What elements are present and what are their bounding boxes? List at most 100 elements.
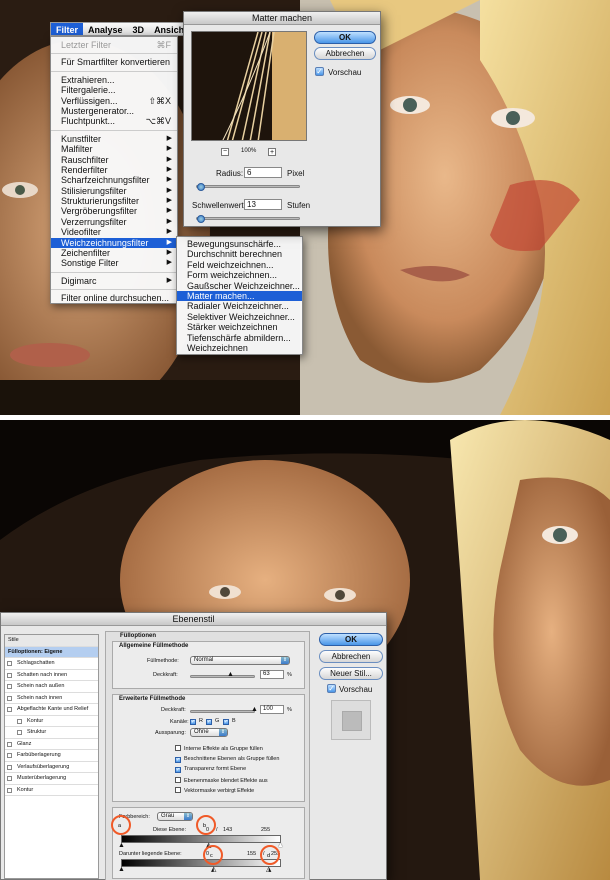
fill-opacity-slider-track[interactable] xyxy=(190,710,255,713)
blur-submenu-item[interactable]: Gaußscher Weichzeichner... xyxy=(177,281,302,291)
style-checkbox[interactable] xyxy=(17,718,22,724)
filter-menu-item[interactable]: Verflüssigen... ⇧⌘X xyxy=(51,96,177,106)
style-checkbox[interactable] xyxy=(7,661,12,666)
filter-menu-item[interactable]: Scharfzeichnungsfilter ▶ xyxy=(51,175,177,185)
this-layer-black-slider[interactable]: ▲ xyxy=(118,842,125,849)
advanced-option-checkbox[interactable]: Interne Effekte als Gruppe füllen xyxy=(175,745,263,752)
style-checkbox[interactable] xyxy=(7,684,12,689)
channel-r-checkbox[interactable]: ✓ R xyxy=(190,718,203,725)
style-list-item[interactable]: Kontur xyxy=(5,784,98,796)
filter-menu-item[interactable]: Für Smartfilter konvertieren xyxy=(51,57,177,67)
channel-b-checkbox[interactable]: ✓ B xyxy=(223,718,236,725)
menu-analyse[interactable]: Analyse xyxy=(83,23,128,35)
threshold-slider-track[interactable] xyxy=(196,217,300,220)
ok-button[interactable]: OK xyxy=(319,633,383,646)
blend-mode-select[interactable]: Normal ⇕ xyxy=(190,656,290,665)
fill-opacity-input[interactable]: 100 xyxy=(260,705,284,714)
filter-menu-item[interactable]: Verzerrungsfilter ▶ xyxy=(51,217,177,227)
this-layer-gradient[interactable] xyxy=(121,835,281,843)
style-checkbox[interactable] xyxy=(7,672,12,678)
style-checkbox[interactable] xyxy=(7,695,12,701)
blur-submenu-item[interactable]: Matter machen... xyxy=(177,290,302,302)
filter-menu-item[interactable]: Extrahieren... xyxy=(51,75,177,85)
filter-menu-item[interactable]: Weichzeichnungsfilter ▶ xyxy=(51,237,177,249)
style-list-item[interactable]: Stile xyxy=(5,635,98,647)
ok-button[interactable]: OK xyxy=(314,31,376,44)
style-list-item[interactable]: Abgeflachte Kante und Relief xyxy=(5,704,98,716)
channel-g-checkbox[interactable]: ✓ G xyxy=(206,718,219,725)
filter-menu-item[interactable]: Kunstfilter ▶ xyxy=(51,134,177,144)
fill-opacity-slider-thumb[interactable]: ▲ xyxy=(251,706,258,713)
blur-submenu-item[interactable]: Selektiver Weichzeichner... xyxy=(177,312,302,322)
blur-submenu-item[interactable]: Durchschnitt berechnen xyxy=(177,249,302,259)
style-list-item[interactable]: Glanz xyxy=(5,738,98,750)
zoom-out-button[interactable]: − xyxy=(221,148,229,156)
new-style-button[interactable]: Neuer Stil... xyxy=(319,667,383,680)
style-checkbox[interactable] xyxy=(7,753,12,758)
blur-submenu-item[interactable]: Feld weichzeichnen... xyxy=(177,260,302,270)
radius-input[interactable]: 6 xyxy=(244,167,282,178)
style-list-item[interactable]: Schein nach innen xyxy=(5,692,98,704)
filter-menu-item[interactable]: Fluchtpunkt... ⌥⌘V xyxy=(51,116,177,126)
blend-if-select[interactable]: Grau ⇕ xyxy=(157,812,193,821)
style-checkbox[interactable] xyxy=(7,707,12,712)
filter-menu-item[interactable]: Malfilter ▶ xyxy=(51,144,177,154)
blur-submenu-item[interactable]: Weichzeichnen xyxy=(177,343,302,353)
radius-slider-track[interactable] xyxy=(196,185,300,188)
opacity-slider-thumb[interactable]: ▲ xyxy=(227,671,234,678)
filter-menu-item[interactable]: Filtergalerie... xyxy=(51,85,177,95)
style-checkbox[interactable] xyxy=(7,776,12,781)
filter-menu-item[interactable]: Filter online durchsuchen... xyxy=(51,293,177,303)
blur-submenu-item[interactable]: Form weichzeichnen... xyxy=(177,270,302,280)
preview-checkbox[interactable]: ✓ xyxy=(327,684,336,693)
opacity-input[interactable]: 63 xyxy=(260,670,284,679)
filter-menu-item[interactable]: Vergröberungsfilter ▶ xyxy=(51,206,177,216)
style-list-item[interactable]: Farbüberlagerung xyxy=(5,750,98,762)
filter-menu-item[interactable]: Sonstige Filter ▶ xyxy=(51,258,177,268)
threshold-input[interactable]: 13 xyxy=(244,199,282,210)
menu-filter[interactable]: Filter xyxy=(51,23,84,35)
style-list-item[interactable]: Kontur xyxy=(5,715,98,727)
blur-submenu-item[interactable]: Bewegungsunschärfe... xyxy=(177,239,302,249)
style-checkbox[interactable] xyxy=(7,764,12,770)
filter-menu-item[interactable]: Zeichenfilter ▶ xyxy=(51,248,177,258)
advanced-option-checkbox[interactable]: ✓ Beschnittene Ebenen als Gruppe füllen xyxy=(175,756,279,763)
knockout-select[interactable]: Ohne ⇕ xyxy=(190,728,228,737)
underlying-split-slider[interactable]: ◭ xyxy=(211,866,216,873)
filter-menu-item[interactable]: Videofilter ▶ xyxy=(51,227,177,237)
filter-menu-item[interactable]: Rauschfilter ▶ xyxy=(51,155,177,165)
preview-checkbox[interactable]: ✓ xyxy=(315,67,324,76)
cancel-button[interactable]: Abbrechen xyxy=(314,47,376,60)
menu-3d[interactable]: 3D xyxy=(128,23,150,35)
opacity-slider-track[interactable] xyxy=(190,675,255,678)
filter-menu-item[interactable]: Stilisierungsfilter ▶ xyxy=(51,186,177,196)
style-list-item[interactable]: Fülloptionen: Eigene xyxy=(5,646,98,658)
radius-slider-knob[interactable] xyxy=(197,183,206,191)
filter-menu-item[interactable]: Renderfilter ▶ xyxy=(51,165,177,175)
style-checkbox[interactable] xyxy=(17,730,22,735)
cancel-button[interactable]: Abbrechen xyxy=(319,650,383,663)
advanced-option-checkbox[interactable]: Vektormaske verbirgt Effekte xyxy=(175,787,254,794)
filter-menu-item[interactable]: Digimarc ▶ xyxy=(51,276,177,286)
style-list-item[interactable]: Struktur xyxy=(5,727,98,739)
blur-submenu-item[interactable]: Stärker weichzeichnen xyxy=(177,322,302,332)
style-checkbox[interactable] xyxy=(7,787,12,793)
advanced-option-checkbox[interactable]: Ebenenmaske blendet Effekte aus xyxy=(175,776,268,784)
blur-submenu-item[interactable]: Radialer Weichzeichner... xyxy=(177,301,302,311)
style-list-item[interactable]: Musterüberlagerung xyxy=(5,773,98,785)
underlying-white-split-slider[interactable]: ◮ xyxy=(266,866,271,873)
filter-menu-item[interactable]: Strukturierungsfilter ▶ xyxy=(51,196,177,206)
advanced-option-checkbox[interactable]: ✓ Transparenz formt Ebene xyxy=(175,766,246,773)
style-list-item[interactable]: Schatten nach innen xyxy=(5,669,98,681)
underlying-layer-gradient[interactable] xyxy=(121,859,281,867)
blur-submenu-item[interactable]: Tiefenschärfe abmildern... xyxy=(177,333,302,343)
style-checkbox[interactable] xyxy=(7,741,12,747)
underlying-black-slider[interactable]: ▲ xyxy=(118,866,125,873)
style-list-item[interactable]: Verlaufsüberlagerung xyxy=(5,761,98,773)
style-list-item[interactable]: Schein nach außen xyxy=(5,681,98,693)
style-list-item[interactable]: Schlagschatten xyxy=(5,658,98,670)
filter-menu-item[interactable]: Mustergenerator... xyxy=(51,106,177,116)
zoom-in-button[interactable]: + xyxy=(268,148,276,156)
threshold-slider-knob[interactable] xyxy=(197,215,206,223)
this-layer-white-slider[interactable]: ▲ xyxy=(277,842,284,849)
